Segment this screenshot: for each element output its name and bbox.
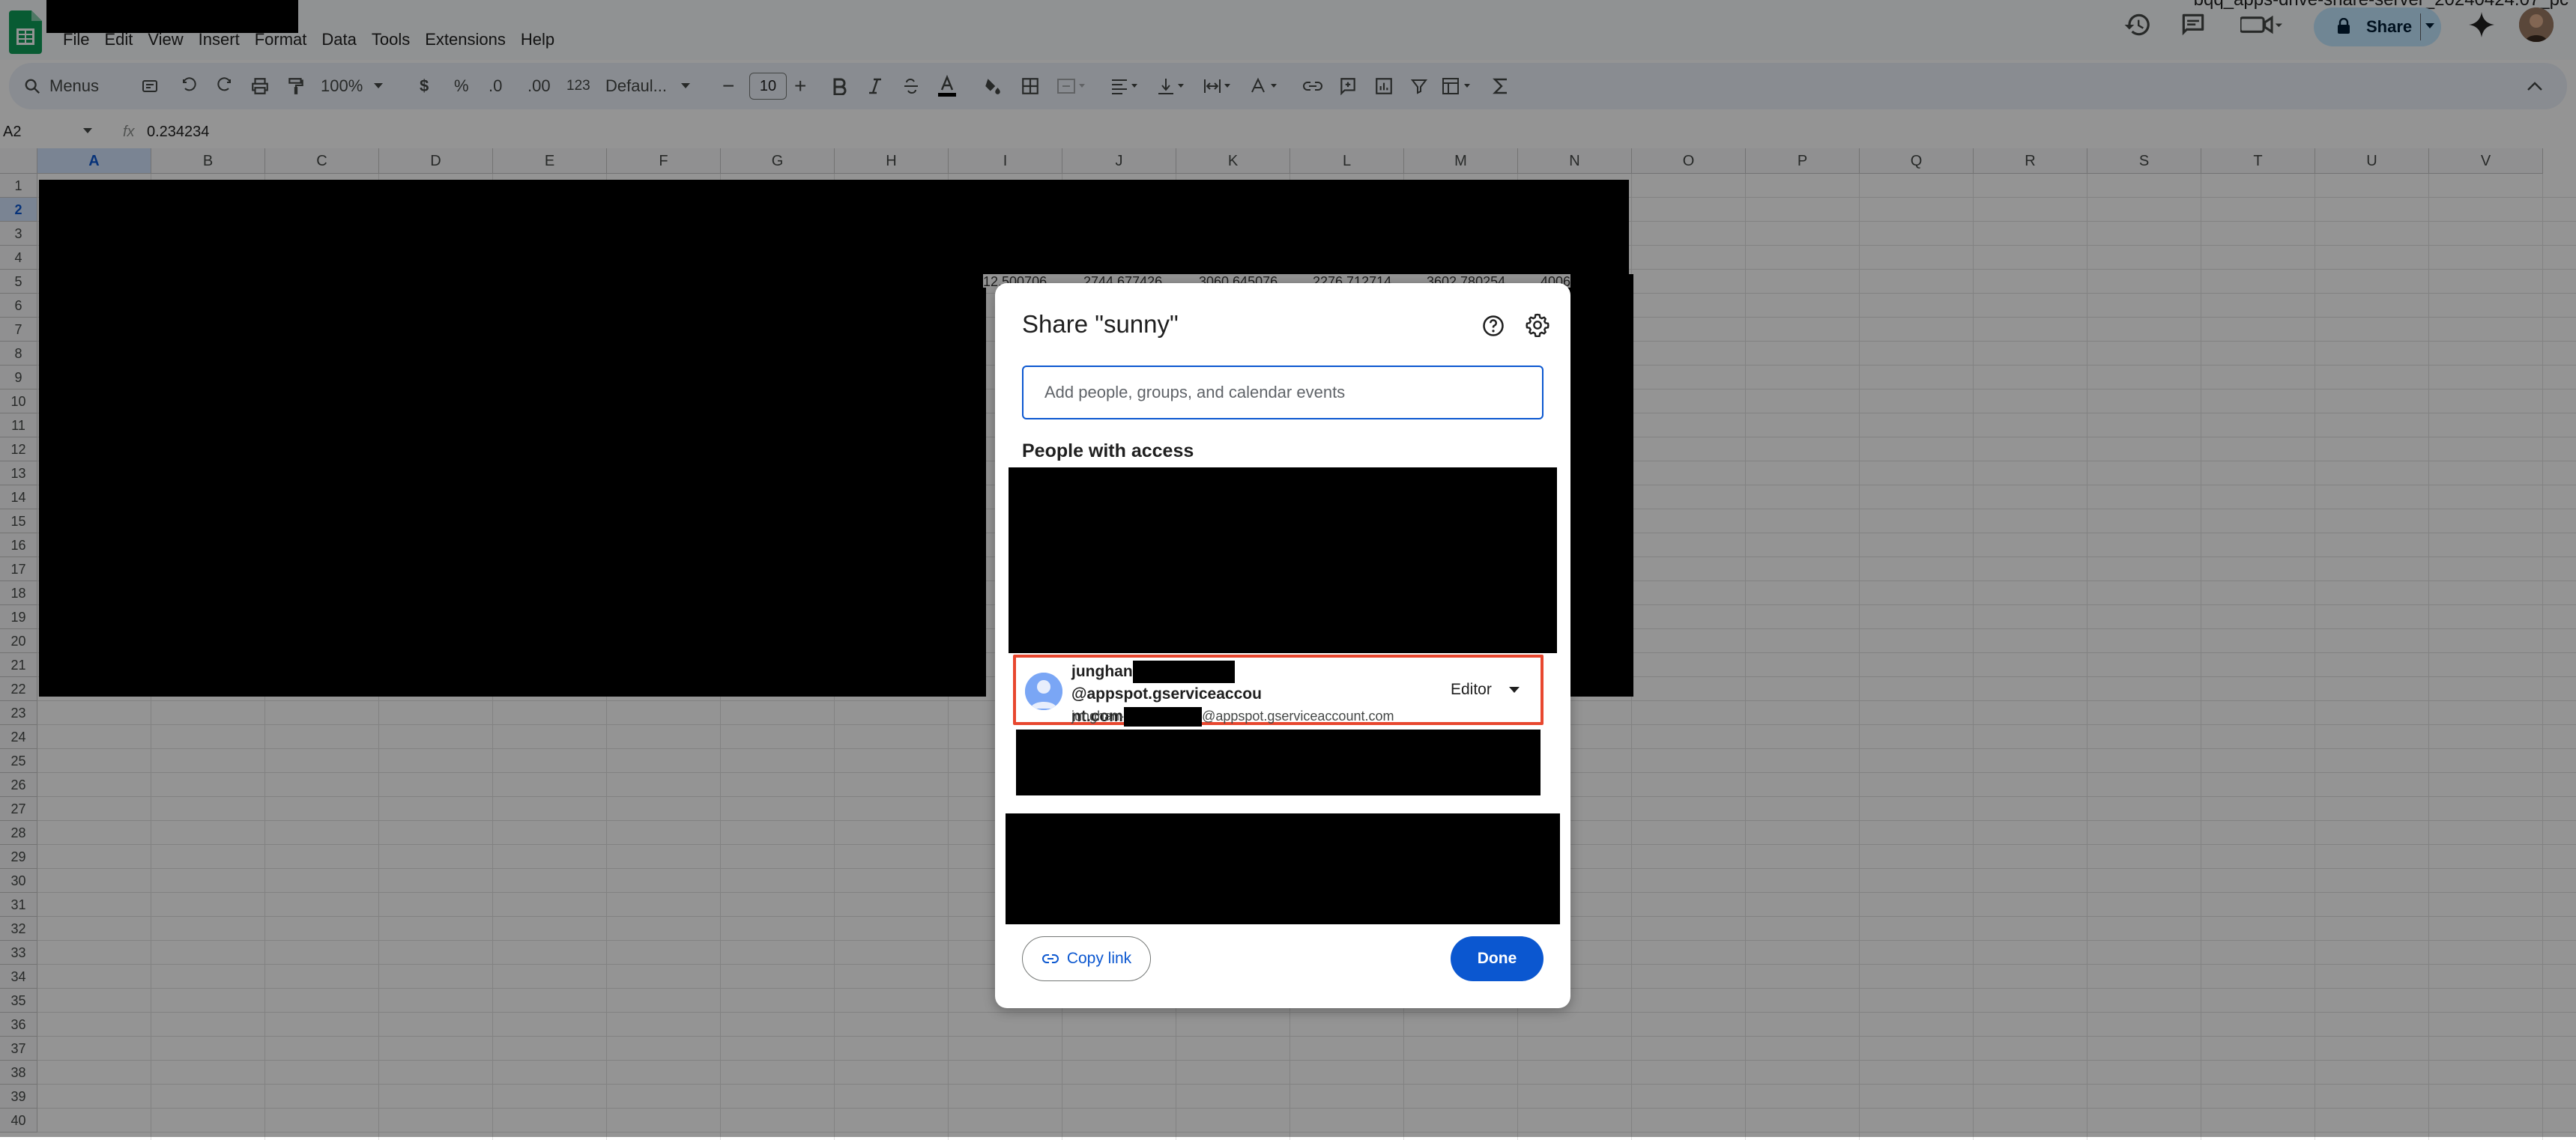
role-label: Editor [1451, 681, 1492, 698]
share-dialog: Share "sunny" People with access junghan… [995, 283, 1570, 1008]
person-default-icon [1025, 673, 1062, 710]
person-name-prefix: junghan [1071, 663, 1133, 680]
done-button[interactable]: Done [1451, 936, 1544, 981]
person-email: junghan- @appspot.gserviceaccount.com [1071, 707, 1394, 727]
redacted-access-list [1009, 467, 1557, 653]
redacted-name-part [1132, 661, 1235, 684]
copy-link-button[interactable]: Copy link [1022, 936, 1151, 981]
link-icon [1041, 954, 1059, 963]
add-people-input[interactable] [1022, 366, 1544, 419]
redacted-email-part [1124, 707, 1203, 727]
person-name-suffix: @appspot.gserviceaccou [1071, 685, 1262, 703]
redacted-access-row [1016, 730, 1541, 795]
person-email-prefix: junghan- [1071, 708, 1125, 724]
person-avatar [1025, 673, 1062, 710]
copy-link-label: Copy link [1066, 950, 1132, 967]
redacted-general-access [1006, 813, 1560, 924]
access-list-item[interactable]: junghan@appspot.gserviceaccou nt.com jun… [1013, 655, 1544, 727]
share-dialog-title: Share "sunny" [1022, 310, 1179, 338]
person-email-suffix: @appspot.gserviceaccount.com [1202, 708, 1394, 724]
people-with-access-heading: People with access [1022, 440, 1194, 461]
chevron-down-icon [1508, 687, 1520, 693]
role-dropdown[interactable]: Editor [1451, 679, 1520, 701]
help-icon[interactable] [1482, 315, 1505, 337]
gear-icon[interactable] [1526, 313, 1549, 337]
